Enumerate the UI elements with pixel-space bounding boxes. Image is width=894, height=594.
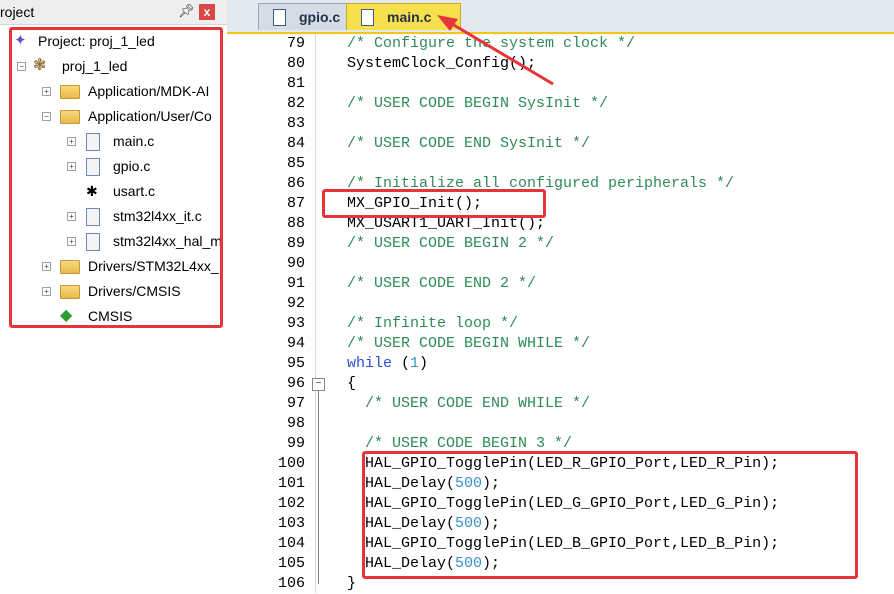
line-number: 106 xyxy=(277,575,305,592)
panel-title: roject xyxy=(0,4,35,20)
line-number: 84 xyxy=(286,135,305,152)
line-number: 93 xyxy=(286,315,305,332)
line-number: 81 xyxy=(286,75,305,92)
tab-label: main.c xyxy=(387,9,432,25)
code-line[interactable]: } xyxy=(347,574,356,594)
code-line[interactable]: /* Infinite loop */ xyxy=(347,314,518,334)
line-number: 91 xyxy=(286,275,305,292)
code-line[interactable]: /* USER CODE END 2 */ xyxy=(347,274,536,294)
code-line[interactable]: /* Configure the system clock */ xyxy=(347,34,635,54)
code-line[interactable]: { xyxy=(347,374,356,394)
code-line[interactable]: SystemClock_Config(); xyxy=(347,54,536,74)
line-number: 90 xyxy=(286,255,305,272)
line-number: 95 xyxy=(286,355,305,372)
line-number: 100 xyxy=(277,455,305,472)
line-number: 105 xyxy=(277,555,305,572)
file-icon xyxy=(361,9,374,26)
line-number: 97 xyxy=(286,395,305,412)
line-number: 103 xyxy=(277,515,305,532)
pin-icon[interactable]: 📌︎ xyxy=(178,3,195,19)
tab-label: gpio.c xyxy=(299,9,341,25)
line-number: 83 xyxy=(286,115,305,132)
line-number: 88 xyxy=(286,215,305,232)
line-number: 92 xyxy=(286,295,305,312)
code-line[interactable]: /* USER CODE BEGIN 2 */ xyxy=(347,234,554,254)
fold-line xyxy=(318,391,319,584)
code-line[interactable]: /* USER CODE BEGIN WHILE */ xyxy=(347,334,590,354)
highlight-box-project-tree xyxy=(9,27,223,328)
line-number: 104 xyxy=(277,535,305,552)
close-panel-button[interactable]: x xyxy=(199,4,215,20)
line-number: 82 xyxy=(286,95,305,112)
line-number: 86 xyxy=(286,175,305,192)
line-number: 94 xyxy=(286,335,305,352)
line-number: 101 xyxy=(277,475,305,492)
line-number: 80 xyxy=(286,55,305,72)
line-number: 102 xyxy=(277,495,305,512)
code-line[interactable]: /* USER CODE END WHILE */ xyxy=(347,394,590,414)
line-number: 85 xyxy=(286,155,305,172)
line-number-gutter: 79 80 81 82 83 84 85 86 87 88 89 90 91 92 93 94 95 96 97 98… xyxy=(227,34,325,593)
line-number: 98 xyxy=(286,415,305,432)
editor-tab-bar: gpio.c main.c xyxy=(227,0,894,34)
highlight-box-toggle-loop xyxy=(362,451,858,579)
highlight-box-gpio-init xyxy=(322,189,546,218)
line-number: 89 xyxy=(286,235,305,252)
line-number: 87 xyxy=(286,195,305,212)
file-icon xyxy=(273,9,286,26)
line-number: 96 xyxy=(286,375,305,392)
panel-header: roject 📌︎ x xyxy=(0,0,227,25)
tab-main-c[interactable]: main.c xyxy=(346,3,461,30)
line-number: 99 xyxy=(286,435,305,452)
fold-collapse-icon[interactable]: − xyxy=(312,378,325,391)
line-number: 79 xyxy=(286,35,305,52)
code-line[interactable]: while (1) xyxy=(347,354,428,374)
code-line[interactable]: /* USER CODE BEGIN SysInit */ xyxy=(347,94,608,114)
code-line[interactable]: /* USER CODE END SysInit */ xyxy=(347,134,590,154)
